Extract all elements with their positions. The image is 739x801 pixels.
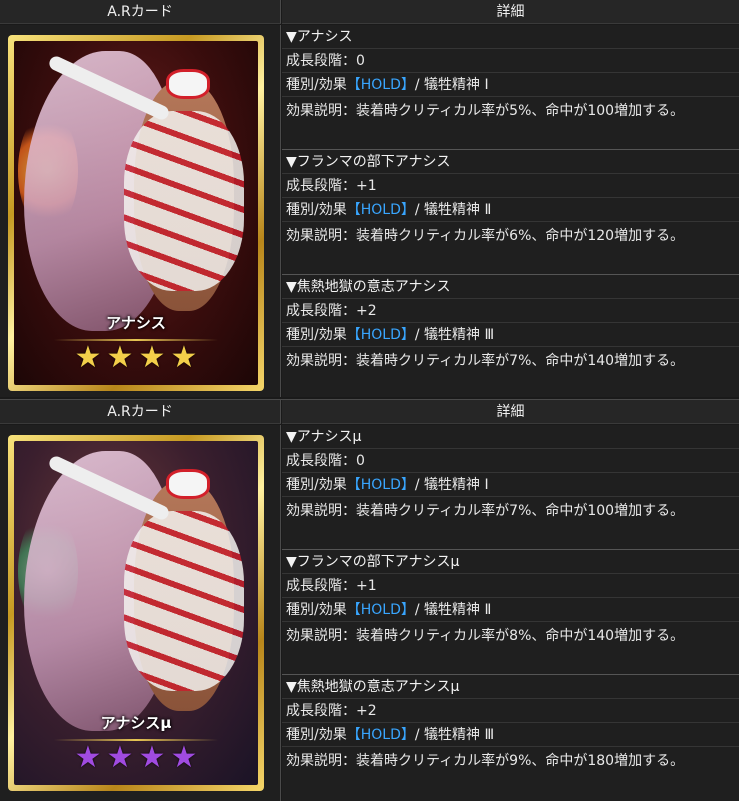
character-mask <box>166 469 210 499</box>
star-icon: ★ <box>170 740 198 775</box>
card-name: アナシスμ <box>100 714 172 732</box>
detail-cell: ▼アナシスμ 成長段階：0 種別/効果【HOLD】/ 犠牲精神 Ⅰ 効果説明：装… <box>282 425 739 801</box>
card-art: アナシスμ ★ ★ ★ ★ <box>14 441 258 785</box>
type-effect: 種別/効果【HOLD】/ 犠牲精神 Ⅰ <box>282 73 739 97</box>
effect-description: 効果説明：装着時クリティカル率が8%、命中が140増加する。 <box>286 628 685 644</box>
star-icon: ★ <box>106 740 134 775</box>
level-block: ▼アナシス 成長段階：0 種別/効果【HOLD】/ 犠牲精神 Ⅰ 効果説明：装着… <box>282 25 739 129</box>
type-label: 種別/効果 <box>286 602 347 618</box>
level-block: ▼フランマの部下アナシス 成長段階：+1 種別/効果【HOLD】/ 犠牲精神 Ⅱ… <box>282 150 739 254</box>
hold-tag: 【HOLD】 <box>346 727 415 743</box>
level-title: ▼焦熱地獄の意志アナシスμ <box>282 675 739 699</box>
type-value: / 犠牲精神 Ⅱ <box>414 602 492 618</box>
effect-description: 効果説明：装着時クリティカル率が5%、命中が100増加する。 <box>286 103 685 119</box>
detail-column-header: 詳細 <box>282 0 739 24</box>
growth-stage: 成長段階：+1 <box>282 574 739 598</box>
level-block: ▼アナシスμ 成長段階：0 種別/効果【HOLD】/ 犠牲精神 Ⅰ 効果説明：装… <box>282 425 739 529</box>
character-mask <box>166 69 210 99</box>
type-label: 種別/効果 <box>286 727 347 743</box>
type-value: / 犠牲精神 Ⅰ <box>414 477 489 493</box>
character-suit <box>124 511 244 691</box>
type-value: / 犠牲精神 Ⅲ <box>414 327 495 343</box>
type-label: 種別/効果 <box>286 77 347 93</box>
growth-stage: 成長段階：0 <box>282 49 739 73</box>
card-section-2: A.Rカード 詳細 アナシスμ ★ ★ ★ ★ ▼アナシスμ 成長段階：0 種別… <box>0 399 739 801</box>
detail-column-header: 詳細 <box>282 400 739 424</box>
card-art: アナシス ★ ★ ★ ★ <box>14 41 258 385</box>
level-title: ▼フランマの部下アナシス <box>282 150 739 174</box>
effect-description: 効果説明：装着時クリティカル率が7%、命中が100増加する。 <box>286 503 685 519</box>
type-value: / 犠牲精神 Ⅲ <box>414 727 495 743</box>
level-block: ▼フランマの部下アナシスμ 成長段階：+1 種別/効果【HOLD】/ 犠牲精神 … <box>282 550 739 654</box>
card-cell: アナシス ★ ★ ★ ★ <box>0 25 281 397</box>
effect-description: 効果説明：装着時クリティカル率が7%、命中が140増加する。 <box>286 353 685 369</box>
type-value: / 犠牲精神 Ⅰ <box>414 77 489 93</box>
rarity-stars: ★ ★ ★ ★ <box>14 743 258 777</box>
type-value: / 犠牲精神 Ⅱ <box>414 202 492 218</box>
card-cell: アナシスμ ★ ★ ★ ★ <box>0 425 281 801</box>
star-icon: ★ <box>138 740 166 775</box>
level-title: ▼フランマの部下アナシスμ <box>282 550 739 574</box>
rarity-stars: ★ ★ ★ ★ <box>14 343 258 377</box>
level-title: ▼焦熱地獄の意志アナシス <box>282 275 739 299</box>
star-icon: ★ <box>106 340 134 375</box>
card-column-header: A.Rカード <box>0 0 281 24</box>
card-section-1: A.Rカード 詳細 アナシス ★ ★ ★ ★ ▼アナシス 成長段階：0 種別/効… <box>0 0 739 399</box>
type-label: 種別/効果 <box>286 327 347 343</box>
hold-tag: 【HOLD】 <box>346 477 415 493</box>
hold-tag: 【HOLD】 <box>346 602 415 618</box>
card-detail-table: A.Rカード 詳細 アナシス ★ ★ ★ ★ ▼アナシス 成長段階：0 種別/効… <box>0 0 739 801</box>
level-title: ▼アナシス <box>282 25 739 49</box>
detail-cell: ▼アナシス 成長段階：0 種別/効果【HOLD】/ 犠牲精神 Ⅰ 効果説明：装着… <box>282 25 739 397</box>
growth-stage: 成長段階：+1 <box>282 174 739 198</box>
type-label: 種別/効果 <box>286 202 347 218</box>
type-effect: 種別/効果【HOLD】/ 犠牲精神 Ⅱ <box>282 598 739 622</box>
level-block: ▼焦熱地獄の意志アナシスμ 成長段階：+2 種別/効果【HOLD】/ 犠牲精神 … <box>282 675 739 779</box>
growth-stage: 成長段階：+2 <box>282 699 739 723</box>
effect-description: 効果説明：装着時クリティカル率が9%、命中が180増加する。 <box>286 753 685 769</box>
hold-tag: 【HOLD】 <box>346 327 415 343</box>
growth-stage: 成長段階：0 <box>282 449 739 473</box>
level-block: ▼焦熱地獄の意志アナシス 成長段階：+2 種別/効果【HOLD】/ 犠牲精神 Ⅲ… <box>282 275 739 379</box>
type-effect: 種別/効果【HOLD】/ 犠牲精神 Ⅲ <box>282 723 739 747</box>
star-icon: ★ <box>170 340 198 375</box>
level-title: ▼アナシスμ <box>282 425 739 449</box>
card-column-header: A.Rカード <box>0 400 281 424</box>
type-effect: 種別/効果【HOLD】/ 犠牲精神 Ⅲ <box>282 323 739 347</box>
hold-tag: 【HOLD】 <box>346 202 415 218</box>
character-suit <box>124 111 244 291</box>
card-name: アナシス <box>106 314 166 332</box>
type-effect: 種別/効果【HOLD】/ 犠牲精神 Ⅱ <box>282 198 739 222</box>
star-icon: ★ <box>74 740 102 775</box>
card-image[interactable]: アナシスμ ★ ★ ★ ★ <box>8 435 264 791</box>
type-effect: 種別/効果【HOLD】/ 犠牲精神 Ⅰ <box>282 473 739 497</box>
hold-tag: 【HOLD】 <box>346 77 415 93</box>
star-icon: ★ <box>138 340 166 375</box>
growth-stage: 成長段階：+2 <box>282 299 739 323</box>
type-label: 種別/効果 <box>286 477 347 493</box>
star-icon: ★ <box>74 340 102 375</box>
card-image[interactable]: アナシス ★ ★ ★ ★ <box>8 35 264 391</box>
effect-description: 効果説明：装着時クリティカル率が6%、命中が120増加する。 <box>286 228 685 244</box>
